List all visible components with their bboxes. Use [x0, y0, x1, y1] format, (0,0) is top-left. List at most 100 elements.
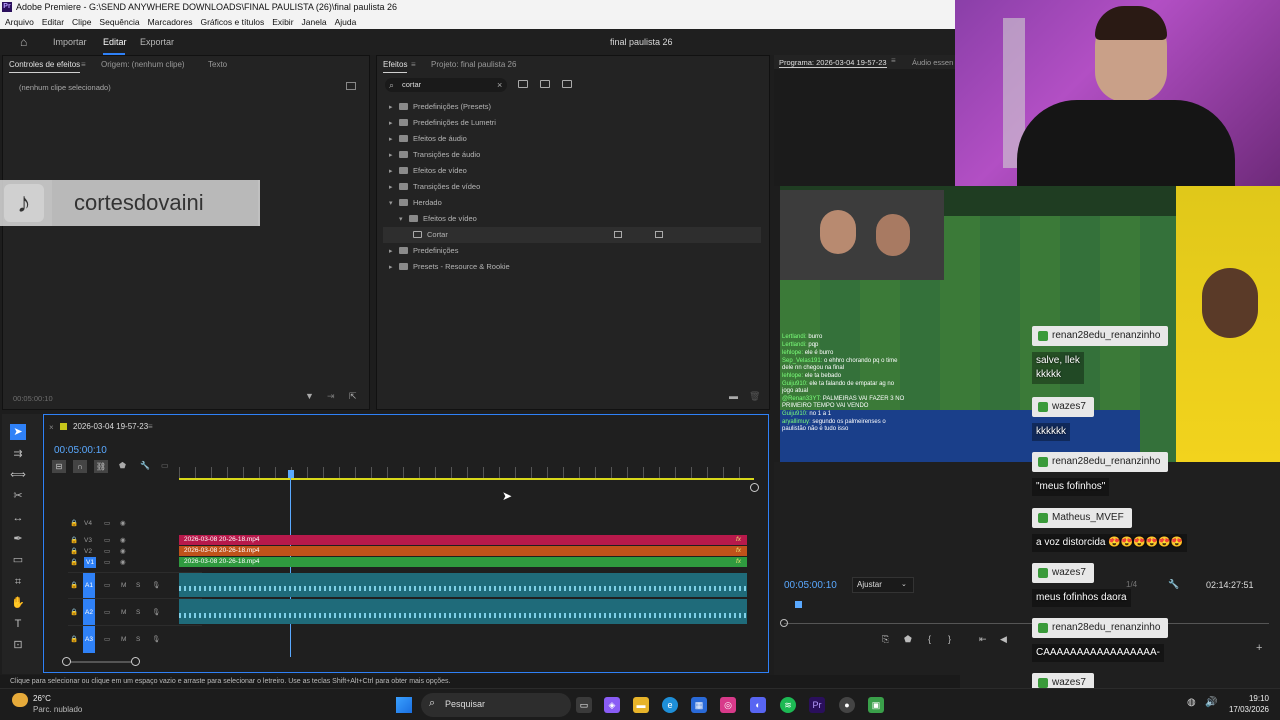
menu-sequencia[interactable]: Sequência [99, 15, 139, 29]
yuv-effects-icon[interactable] [562, 80, 572, 88]
eye-icon[interactable]: ◉ [120, 546, 126, 557]
taskbar-search[interactable]: ⌕ Pesquisar [421, 693, 571, 717]
tab-exportar[interactable]: Exportar [140, 29, 174, 55]
mute-button[interactable]: M [121, 626, 126, 653]
close-sequence-icon[interactable]: × [49, 423, 54, 432]
solo-button[interactable]: S [136, 626, 140, 653]
effects-tree-item[interactable]: ▸ Transições de vídeo [389, 179, 480, 195]
video-track-header[interactable]: 🔒 V4 ▭ ◉ [68, 515, 202, 533]
microphone-icon[interactable]: 🎙 [152, 599, 160, 626]
rectangle-tool-icon[interactable]: ▭ [10, 552, 26, 568]
effects-menu-icon[interactable]: ≡ [411, 58, 416, 72]
sync-lock-icon[interactable]: ▭ [104, 599, 110, 626]
premiere-taskbar-icon[interactable]: Pr [809, 697, 825, 713]
lock-icon[interactable]: 🔒 [70, 546, 78, 557]
lock-icon[interactable]: 🔒 [70, 557, 78, 568]
settings-icon[interactable]: 🔧 [1168, 579, 1179, 590]
task-view-icon[interactable]: ▭ [576, 697, 592, 713]
type-tool-icon[interactable]: T [10, 616, 26, 632]
clock-time[interactable]: 19:10 [1221, 694, 1269, 703]
program-menu-icon[interactable]: ≡ [891, 56, 896, 65]
lock-icon[interactable]: 🔒 [70, 515, 78, 533]
chevron-right-icon[interactable]: ▸ [389, 260, 399, 276]
edge-icon[interactable]: e [662, 697, 678, 713]
zoom-right-knob[interactable] [131, 657, 140, 666]
clock-date[interactable]: 17/03/2026 [1221, 705, 1269, 714]
mark-out-icon[interactable]: } [948, 634, 951, 644]
effects-tree-item[interactable]: ▸ Presets - Resource & Rookie [389, 259, 510, 275]
fit-dropdown[interactable]: Ajustar ⌄ [852, 577, 914, 593]
effects-tree-item[interactable]: ▸ Predefinições de Lumetri [389, 115, 496, 131]
mute-button[interactable]: M [121, 573, 126, 599]
pen-tool-icon[interactable]: ✒ [10, 531, 26, 547]
panel-expand-icon[interactable] [346, 82, 356, 90]
timeline-timecode[interactable]: 00:05:00:10 [54, 445, 107, 456]
home-icon[interactable]: ⌂ [20, 29, 27, 55]
audio-clip[interactable] [179, 573, 747, 597]
program-playhead[interactable] [795, 601, 802, 608]
mute-button[interactable]: M [121, 599, 126, 626]
menu-graficos[interactable]: Gráficos e títulos [200, 15, 264, 29]
effects-tree-item[interactable]: ▸ Efeitos de áudio [389, 131, 467, 147]
track-label[interactable]: A3 [83, 626, 95, 653]
step-back-icon[interactable]: ◀ [1000, 634, 1007, 645]
filter-icon[interactable]: ▼ [305, 391, 314, 401]
caption-tool-icon[interactable]: ⊡ [10, 637, 26, 653]
weather-desc[interactable]: Parc. nublado [33, 705, 82, 714]
menu-ajuda[interactable]: Ajuda [335, 15, 357, 29]
clear-search-icon[interactable]: × [497, 78, 502, 92]
sequence-name[interactable]: 2026-03-04 19-57-23 [73, 422, 148, 431]
chevron-down-icon[interactable]: ▾ [399, 212, 409, 228]
menu-janela[interactable]: Janela [302, 15, 327, 29]
chevron-right-icon[interactable]: ▸ [389, 132, 399, 148]
sync-lock-icon[interactable]: ▭ [104, 626, 110, 653]
mark-in-icon[interactable]: { [928, 634, 931, 644]
sync-lock-icon[interactable]: ▭ [104, 546, 110, 557]
menu-editar[interactable]: Editar [42, 15, 64, 29]
track-label[interactable]: V1 [84, 557, 96, 568]
track-label[interactable]: V3 [84, 535, 92, 546]
effects-tree-item[interactable]: ▸ Transições de áudio [389, 147, 480, 163]
selection-tool-icon[interactable]: ➤ [10, 424, 26, 440]
file-explorer-icon[interactable]: ▬ [633, 697, 649, 713]
sequence-menu-icon[interactable]: ≡ [148, 422, 153, 431]
effects-tree-item[interactable]: ▸ Predefinições (Presets) [389, 99, 491, 115]
frame-tool-icon[interactable]: ⌗ [10, 574, 26, 590]
microphone-icon[interactable]: 🎙 [152, 573, 160, 599]
menu-marcadores[interactable]: Marcadores [148, 15, 193, 29]
marker-icon[interactable]: ⬟ [904, 634, 912, 645]
solo-button[interactable]: S [136, 599, 140, 626]
tab-audio-essential[interactable]: Áudio essen [912, 58, 953, 67]
lock-icon[interactable]: 🔒 [70, 626, 78, 653]
obs-icon[interactable]: ● [839, 697, 855, 713]
tab-editar[interactable]: Editar [103, 29, 127, 55]
app-icon[interactable]: ▣ [868, 697, 884, 713]
audio-track-header[interactable]: 🔒 A3 ▭ M S 🎙 [68, 625, 202, 653]
chevron-right-icon[interactable]: ▸ [389, 100, 399, 116]
chevron-right-icon[interactable]: ▸ [389, 180, 399, 196]
add-button-icon[interactable]: + [1256, 642, 1262, 654]
chevron-right-icon[interactable]: ▸ [389, 164, 399, 180]
tab-source[interactable]: Origem: (nenhum clipe) [101, 58, 185, 72]
panel-menu-icon[interactable]: ≡ [81, 58, 86, 72]
audio-clip[interactable] [179, 599, 747, 624]
zoom-left-handle[interactable] [62, 657, 71, 666]
hand-tool-icon[interactable]: ✋ [10, 595, 26, 611]
effects-tree-item[interactable]: ▸ Efeitos de vídeo [389, 163, 467, 179]
effects-tree-item[interactable]: Cortar [383, 227, 761, 243]
effects-tree-item[interactable]: ▾ Efeitos de vídeo [399, 211, 477, 227]
work-area-bar[interactable] [179, 478, 754, 480]
track-label[interactable]: A1 [83, 573, 95, 599]
chevron-right-icon[interactable]: ▸ [389, 116, 399, 132]
chevron-right-icon[interactable]: ▸ [389, 148, 399, 164]
spotify-icon[interactable]: ≋ [780, 697, 796, 713]
track-label[interactable]: V2 [84, 546, 92, 557]
tab-effect-controls[interactable]: Controles de efeitos [9, 58, 81, 73]
zoom-right-handle[interactable] [750, 483, 759, 492]
new-bin-icon[interactable]: ▬ [729, 391, 738, 401]
track-select-tool-icon[interactable]: ⇉ [10, 446, 26, 462]
ripple-edit-tool-icon[interactable]: ⟺ [10, 467, 26, 483]
network-icon[interactable]: ◍ [1187, 697, 1196, 708]
effects-tree-item[interactable]: ▸ Predefinições [389, 243, 458, 259]
store-icon[interactable]: ▦ [691, 697, 707, 713]
